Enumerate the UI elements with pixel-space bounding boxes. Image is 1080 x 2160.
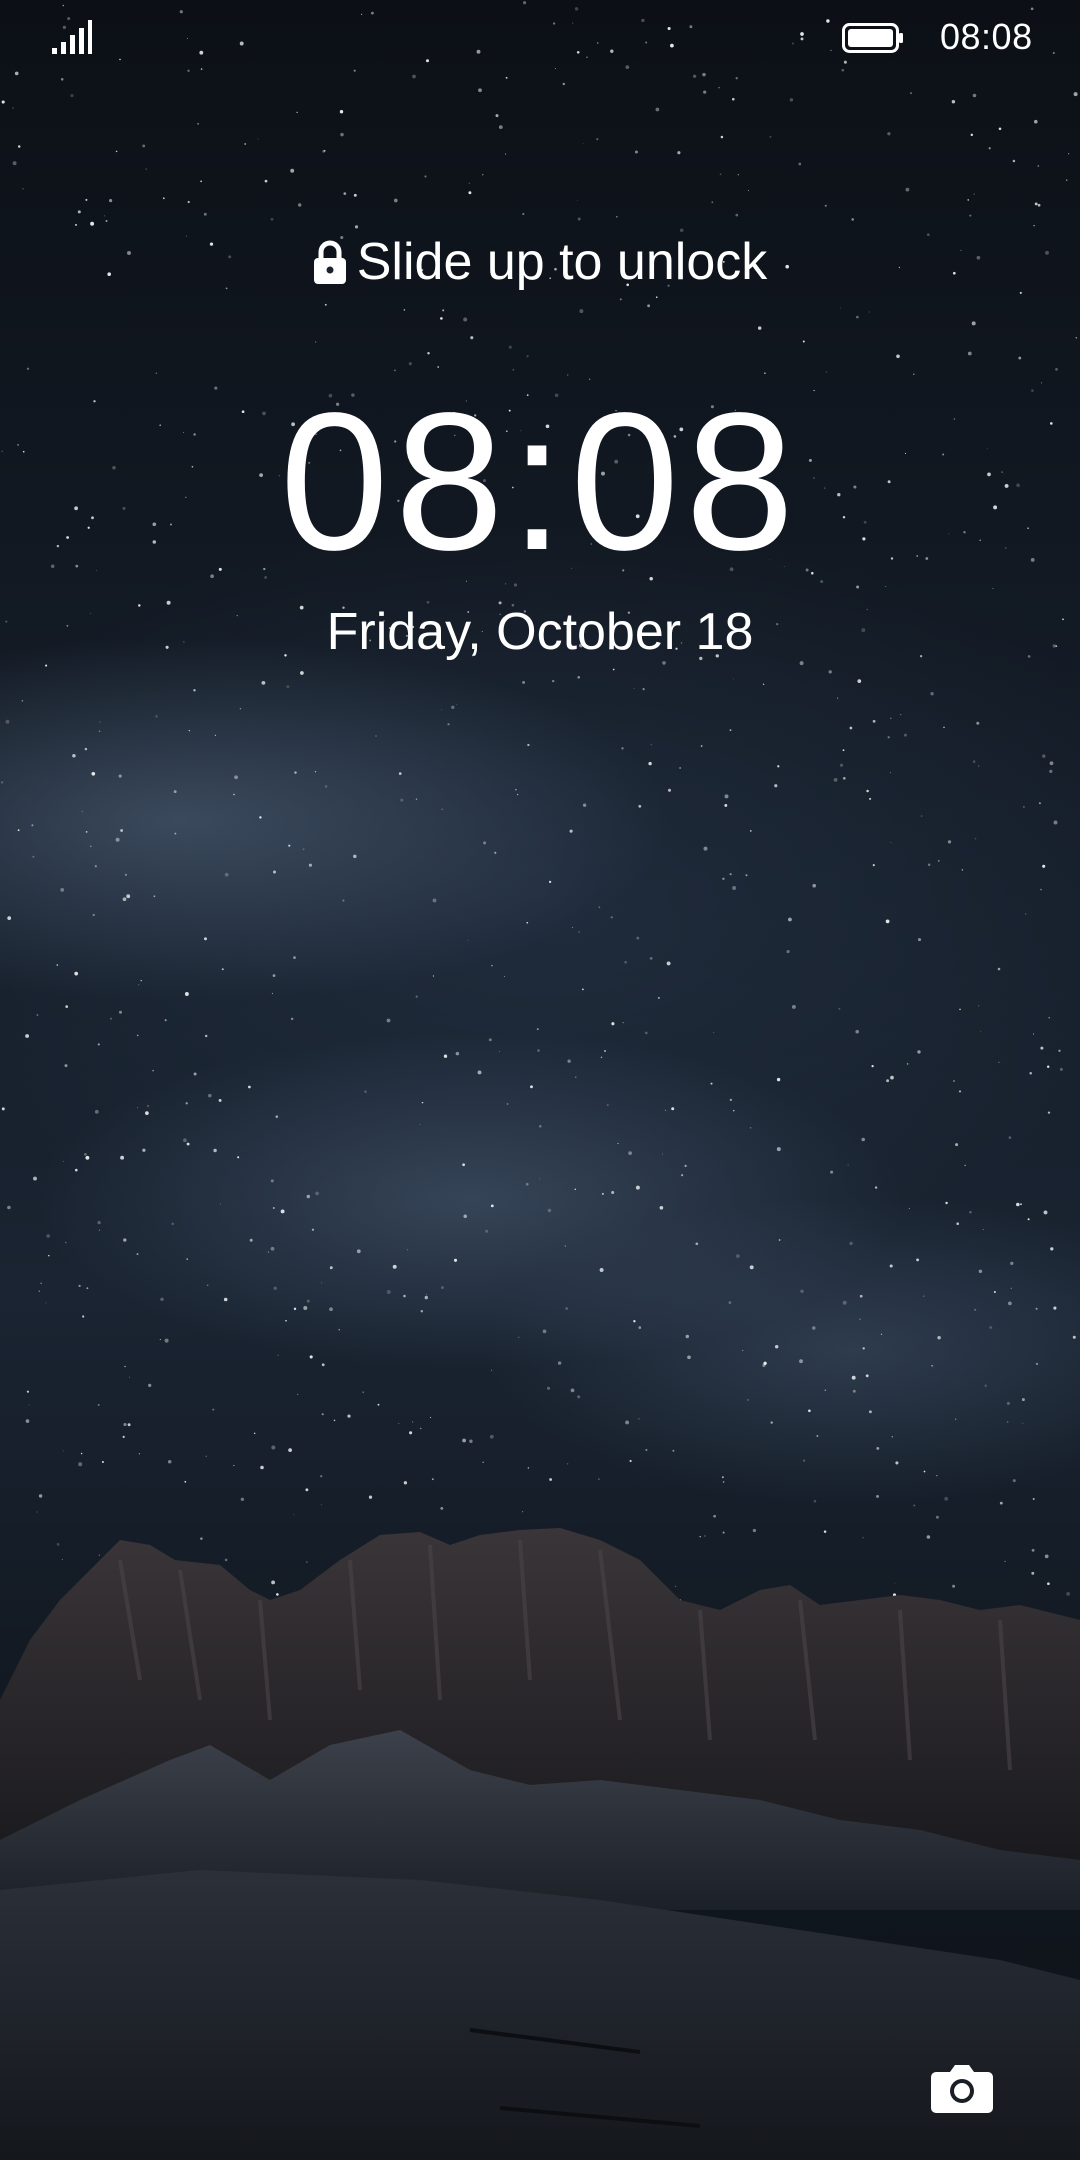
lock-icon bbox=[313, 240, 346, 284]
lock-clock: 08:08 bbox=[279, 372, 801, 591]
mountain-landscape-background bbox=[0, 1528, 1080, 2160]
lock-date: Friday, October 18 bbox=[326, 603, 754, 661]
unlock-hint-text: Slide up to unlock bbox=[356, 233, 768, 291]
status-time: 08:08 bbox=[940, 16, 1033, 57]
unlock-hint: Slide up to unlock bbox=[0, 232, 1080, 292]
signal-bars-icon bbox=[52, 20, 92, 54]
status-bar: 08:08 bbox=[0, 0, 1080, 74]
camera-icon[interactable] bbox=[930, 2062, 994, 2114]
lock-screen[interactable]: 08:08 Slide up to unlock 08:08 Friday, O… bbox=[0, 0, 1080, 2160]
battery-full-icon bbox=[842, 23, 903, 53]
